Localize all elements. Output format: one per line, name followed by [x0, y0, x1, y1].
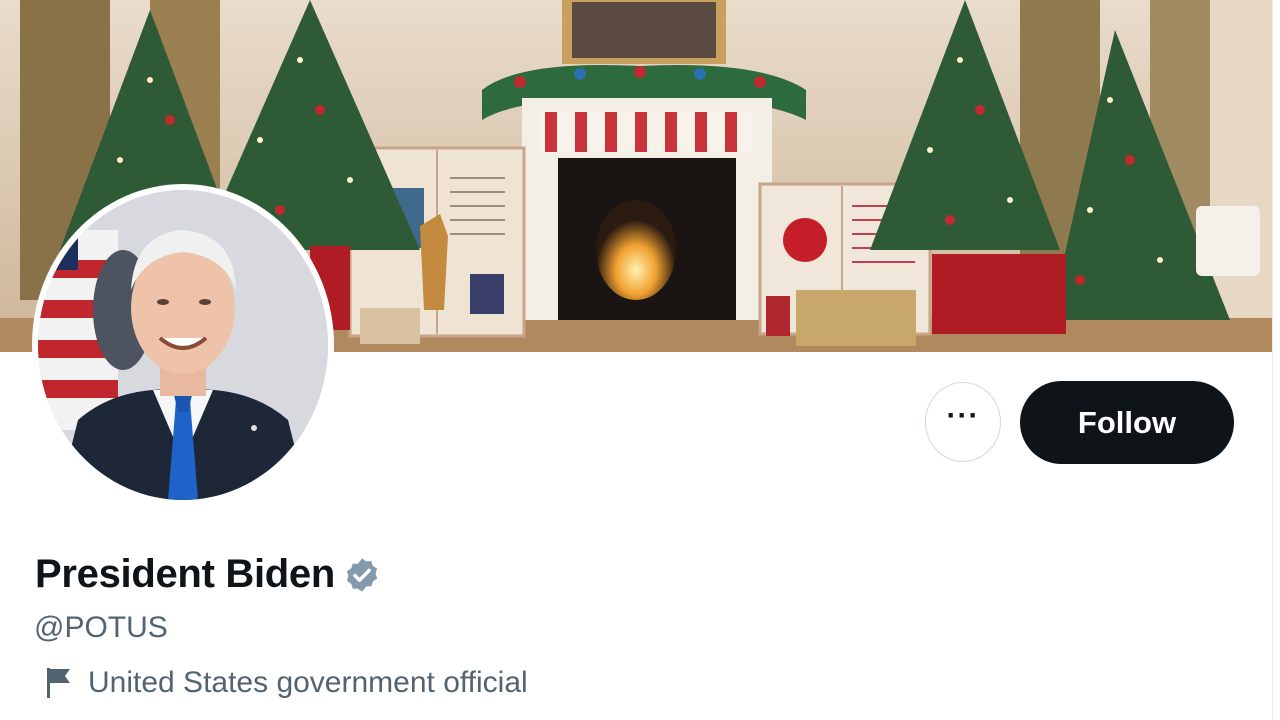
- more-icon: ···: [946, 399, 980, 432]
- profile-avatar-frame: [32, 184, 334, 506]
- flag-icon: [44, 666, 74, 700]
- more-options-button[interactable]: ···: [925, 382, 1001, 462]
- display-name: President Biden: [35, 552, 336, 596]
- profile-handle: @POTUS: [34, 611, 168, 644]
- affiliation-label-text: United States government official: [88, 666, 528, 699]
- follow-button[interactable]: Follow: [1020, 381, 1234, 464]
- profile-avatar[interactable]: [38, 190, 328, 500]
- affiliation-label: United States government official: [44, 666, 528, 700]
- profile-name-row: President Biden: [35, 552, 381, 597]
- profile-page: ··· Follow President Biden @POTUS United…: [0, 0, 1273, 720]
- verified-badge-icon[interactable]: [343, 556, 381, 594]
